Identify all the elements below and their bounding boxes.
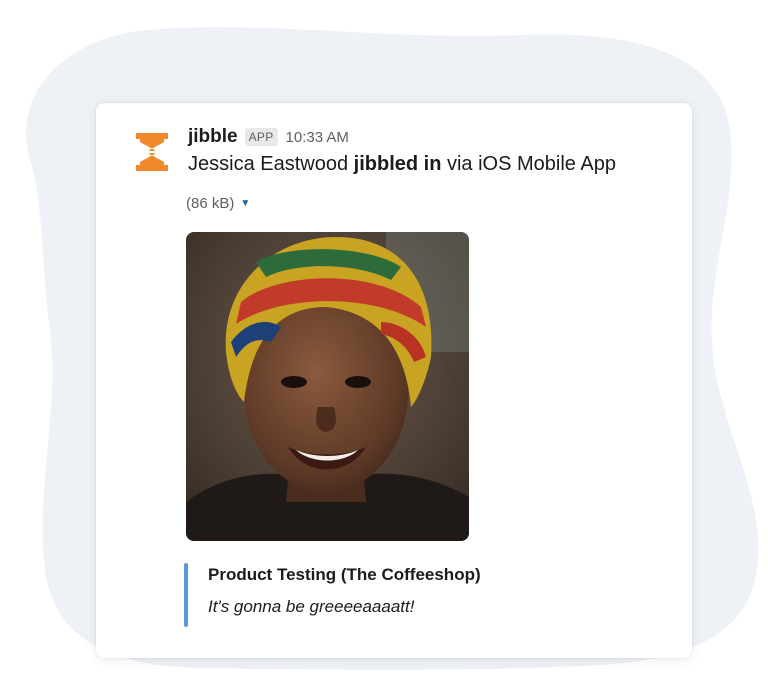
message-suffix: via iOS Mobile App [446,153,616,175]
timestamp[interactable]: 10:33 AM [286,129,349,146]
attachment-title: Product Testing (The Coffeeshop) [208,565,481,584]
attachment-accent-bar [184,563,188,627]
jibble-logo-icon [136,133,168,171]
file-size: (86 kB) [186,195,235,212]
message-card: jibble APP 10:33 AM Jessica Eastwood jib… [96,103,692,658]
caret-down-icon[interactable]: ▼ [240,198,250,209]
file-meta[interactable]: (86 kB) ▼ [186,195,250,212]
message-text: Jessica Eastwood jibbled in via iOS Mobi… [188,153,616,176]
sender-name[interactable]: jibble [188,126,238,148]
checkin-photo[interactable] [186,232,469,541]
stage: jibble APP 10:33 AM Jessica Eastwood jib… [0,0,768,694]
attachment-text: It's gonna be greeeeaaaatt! [208,597,415,616]
app-badge: APP [244,128,278,146]
message-header: jibble APP 10:33 AM [188,125,349,149]
user-name: Jessica Eastwood [188,153,349,175]
portrait-photo-icon [186,232,469,541]
action-text: jibbled in [353,153,442,175]
